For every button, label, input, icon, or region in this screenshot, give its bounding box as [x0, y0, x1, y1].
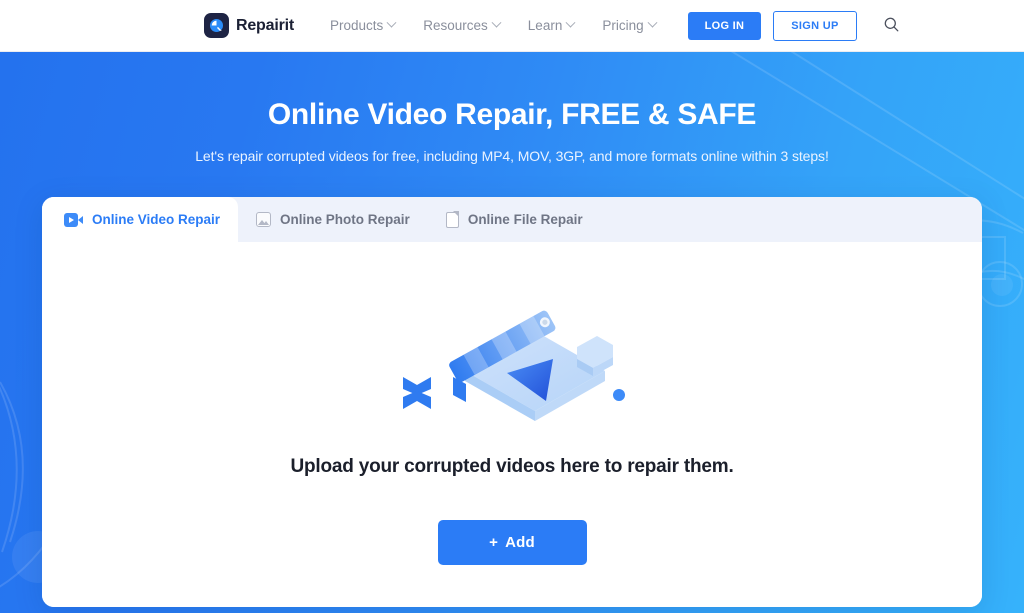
header-inner: Repairit Products Resources Learn Pricin…: [204, 10, 904, 41]
nav-item-pricing[interactable]: Pricing: [588, 17, 669, 33]
video-camera-icon: [64, 212, 83, 227]
upload-dropzone[interactable]: Upload your corrupted videos here to rep…: [42, 242, 982, 607]
file-document-icon: [445, 210, 460, 228]
main-nav: Products Resources Learn Pricing: [316, 17, 670, 33]
search-icon: [883, 16, 900, 36]
nav-item-learn[interactable]: Learn: [514, 17, 589, 33]
tab-label: Online File Repair: [467, 212, 583, 227]
plus-icon: +: [489, 534, 499, 551]
nav-item-label: Learn: [527, 18, 563, 33]
login-button[interactable]: LOG IN: [687, 11, 762, 40]
repair-card: Online Video Repair Online Photo Repair …: [42, 197, 982, 607]
tab-label: Online Video Repair: [92, 212, 221, 227]
tab-label: Online Photo Repair: [280, 212, 410, 227]
brand-name: Repairit: [236, 16, 294, 34]
tab-bar: Online Video Repair Online Photo Repair …: [42, 197, 982, 242]
add-button-label: Add: [505, 534, 535, 551]
tab-online-video-repair[interactable]: Online Video Repair: [42, 197, 239, 242]
page-title: Online Video Repair, FREE & SAFE: [267, 98, 757, 131]
header-actions: LOG IN SIGN UP: [687, 10, 904, 41]
chevron-down-icon: [491, 17, 502, 28]
tab-online-file-repair[interactable]: Online File Repair: [428, 197, 601, 242]
hero-section: Online Video Repair, FREE & SAFE Let's r…: [0, 52, 1024, 613]
nav-item-label: Products: [329, 18, 384, 33]
chevron-down-icon: [565, 17, 576, 28]
tab-online-photo-repair[interactable]: Online Photo Repair: [238, 197, 428, 242]
nav-item-label: Resources: [423, 18, 488, 33]
nav-item-label: Pricing: [602, 18, 644, 33]
nav-item-products[interactable]: Products: [316, 17, 409, 33]
upload-instruction: Upload your corrupted videos here to rep…: [290, 456, 734, 477]
chevron-down-icon: [647, 17, 658, 28]
brand-logo-link[interactable]: Repairit: [204, 13, 294, 38]
chevron-down-icon: [386, 17, 397, 28]
hero-content: Online Video Repair, FREE & SAFE Let's r…: [0, 52, 1024, 607]
hero-subtitle: Let's repair corrupted videos for free, …: [195, 148, 829, 164]
search-button[interactable]: [879, 12, 904, 40]
signup-button[interactable]: SIGN UP: [773, 10, 857, 41]
nav-item-resources[interactable]: Resources: [409, 17, 514, 33]
repairit-logo-icon: [204, 13, 229, 38]
video-clapperboard-illustration: [42, 280, 982, 430]
image-icon: [256, 212, 272, 227]
site-header: Repairit Products Resources Learn Pricin…: [0, 0, 1024, 52]
add-file-button[interactable]: + Add: [437, 520, 587, 565]
